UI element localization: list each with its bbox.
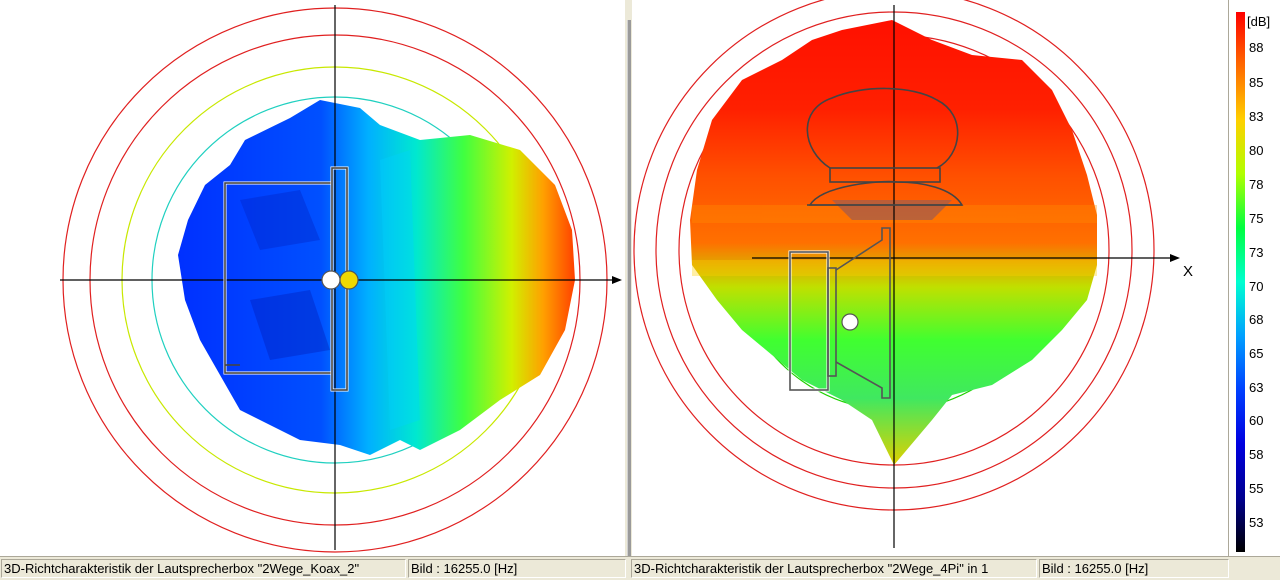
x-axis-label: X — [1183, 263, 1193, 280]
left-directivity-plot[interactable] — [0, 0, 624, 556]
color-scale-tick: 63 — [1249, 380, 1264, 395]
color-scale-gradient — [1236, 12, 1245, 552]
left-directivity-view[interactable] — [0, 0, 624, 556]
color-scale-tick: 58 — [1249, 447, 1264, 462]
color-scale-tick: 65 — [1249, 346, 1264, 361]
view-splitter[interactable] — [624, 0, 632, 556]
color-scale-tick: 88 — [1249, 40, 1264, 55]
color-scale-tick: 80 — [1249, 143, 1264, 158]
axis-arrow-icon — [612, 276, 622, 284]
yellow-circle-icon[interactable] — [339, 270, 359, 290]
right-directivity-view[interactable]: X — [632, 0, 1228, 556]
right-status-frame: Bild : 16255.0 [Hz] — [1039, 559, 1229, 578]
axis-arrow-icon — [1170, 254, 1180, 262]
white-circle-icon[interactable] — [841, 313, 859, 331]
color-scale-tick: 53 — [1249, 515, 1264, 530]
directivity-balloon — [178, 100, 575, 455]
db-color-scale: [dB] 88 85 83 80 78 75 73 70 68 65 63 60… — [1228, 0, 1280, 556]
left-status-bar: 3D-Richtcharakteristik der Lautsprecherb… — [0, 556, 628, 580]
color-scale-tick: 60 — [1249, 413, 1264, 428]
color-scale-tick: 70 — [1249, 279, 1264, 294]
left-status-title: 3D-Richtcharakteristik der Lautsprecherb… — [1, 559, 406, 578]
color-scale-tick: 68 — [1249, 312, 1264, 327]
left-status-frame: Bild : 16255.0 [Hz] — [408, 559, 626, 578]
color-scale-tick: 78 — [1249, 177, 1264, 192]
white-circle-icon[interactable] — [321, 270, 341, 290]
color-scale-tick: 55 — [1249, 481, 1264, 496]
right-status-title: 3D-Richtcharakteristik der Lautsprecherb… — [631, 559, 1037, 578]
right-status-bar: 3D-Richtcharakteristik der Lautsprecherb… — [628, 556, 1280, 580]
color-scale-tick: 73 — [1249, 245, 1264, 260]
splitter-grip[interactable] — [627, 20, 631, 556]
color-scale-tick: 75 — [1249, 211, 1264, 226]
color-scale-tick: 83 — [1249, 109, 1264, 124]
color-scale-unit: [dB] — [1247, 14, 1271, 29]
right-directivity-plot[interactable]: X — [632, 0, 1228, 556]
color-scale-tick: 85 — [1249, 75, 1264, 90]
